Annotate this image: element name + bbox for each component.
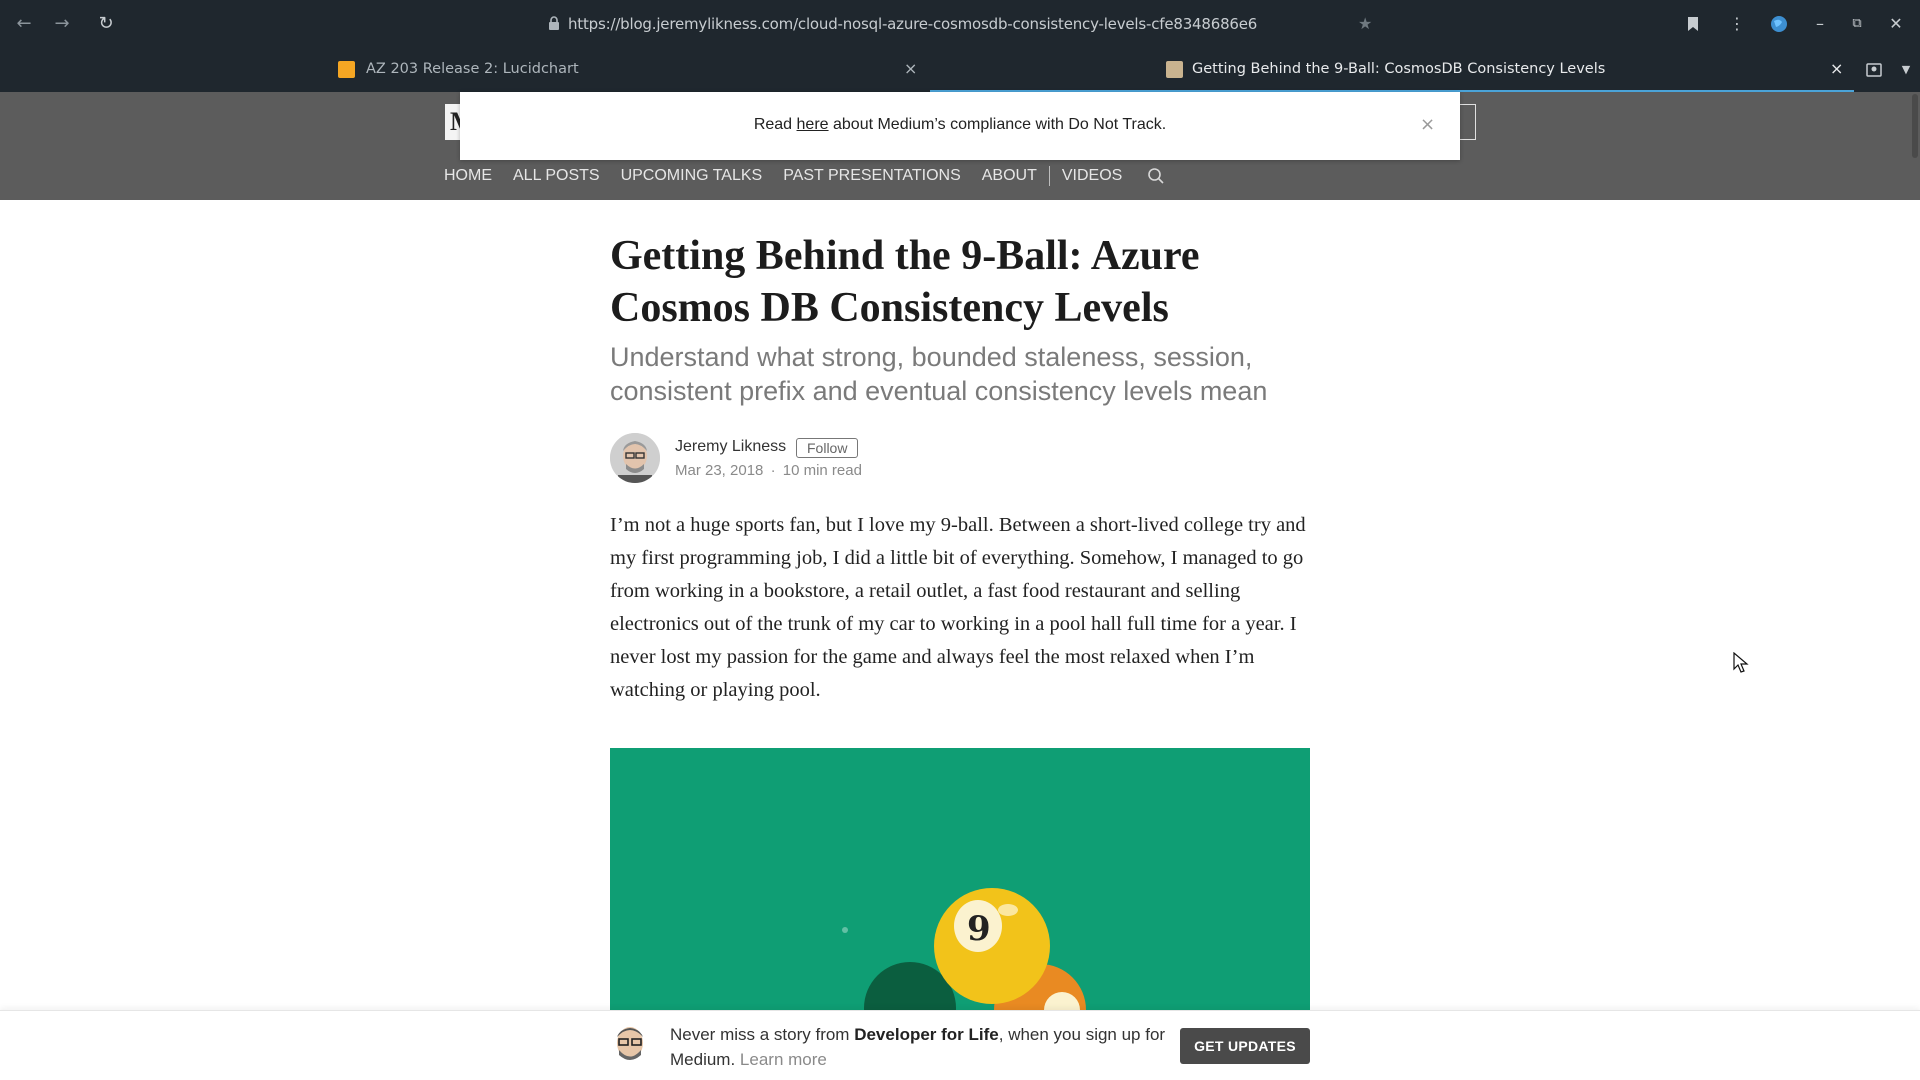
forward-icon[interactable]: →	[50, 12, 74, 36]
lock-icon	[549, 16, 559, 30]
menu-kebab-icon[interactable]: ⋮	[1725, 12, 1749, 36]
notice-suffix: about Medium’s compliance with Do Not Tr…	[828, 116, 1167, 133]
url-text: https://blog.jeremylikness.com/cloud-nos…	[568, 15, 1258, 33]
subscribe-prefix: Never miss a story from	[670, 1025, 855, 1044]
scrollbar-thumb[interactable]	[1912, 94, 1918, 158]
tab-title: AZ 203 Release 2: Lucidchart	[366, 61, 579, 77]
notice-text: Read here about Medium’s compliance with…	[460, 116, 1460, 134]
nav-item-past-presentations[interactable]: PAST PRESENTATIONS	[783, 167, 961, 185]
close-window-icon[interactable]: ✕	[1884, 12, 1908, 36]
minimize-icon[interactable]: –	[1808, 12, 1832, 36]
notice-prefix: Read	[753, 116, 797, 133]
notice-here-link[interactable]: here	[797, 116, 829, 133]
publication-name[interactable]: Developer for Life	[854, 1025, 999, 1044]
tab-strip: AZ 203 Release 2: Lucidchart × Getting B…	[0, 48, 1920, 92]
read-time: 10 min read	[782, 462, 862, 479]
reload-icon[interactable]: ↻	[94, 12, 118, 36]
browser-toolbar: ← → ↻ https://blog.jeremylikness.com/clo…	[0, 0, 1920, 48]
learn-more-link[interactable]: Learn more	[740, 1050, 827, 1069]
nav-item-upcoming-talks[interactable]: UPCOMING TALKS	[621, 167, 763, 185]
tab-close-icon[interactable]: ×	[1830, 59, 1843, 78]
do-not-track-notice: Read here about Medium’s compliance with…	[460, 92, 1460, 160]
post-title: Getting Behind the 9-Ball: Azure Cosmos …	[610, 233, 1200, 331]
pool-balls-image: 9	[610, 748, 1310, 1010]
tab-lucidchart[interactable]: AZ 203 Release 2: Lucidchart ×	[330, 48, 930, 92]
publication-avatar	[617, 1027, 643, 1060]
mouse-cursor-icon	[1733, 652, 1749, 673]
profile-icon[interactable]	[1862, 58, 1886, 82]
tab-list-dropdown-icon[interactable]: ▼	[1894, 58, 1918, 82]
post-meta: Mar 23, 2018 · 10 min read	[675, 462, 862, 479]
restore-icon[interactable]: ⧉	[1845, 12, 1869, 36]
article-favicon-icon	[1166, 61, 1183, 78]
bookmark-star-icon[interactable]: ★	[1358, 14, 1372, 33]
extension-globe-icon[interactable]	[1767, 12, 1791, 36]
site-nav: HOME ALL POSTS UPCOMING TALKS PAST PRESE…	[444, 164, 1165, 188]
nav-item-home[interactable]: HOME	[444, 167, 492, 185]
post-date: Mar 23, 2018	[675, 462, 764, 479]
back-icon[interactable]: ←	[12, 12, 36, 36]
meta-separator: ·	[770, 462, 776, 479]
nav-item-videos[interactable]: VIDEOS	[1062, 167, 1122, 185]
svg-text:9: 9	[967, 909, 991, 949]
nav-item-all-posts[interactable]: ALL POSTS	[513, 167, 600, 185]
lucidchart-favicon-icon	[338, 61, 355, 78]
post-paragraph: I’m not a huge sports fan, but I love my…	[610, 514, 1306, 701]
tab-close-icon[interactable]: ×	[904, 59, 917, 78]
get-updates-button[interactable]: GET UPDATES	[1180, 1028, 1310, 1064]
subscribe-text: Never miss a story from Developer for Li…	[670, 1022, 1190, 1072]
search-icon[interactable]	[1147, 167, 1165, 185]
subscribe-banner: Never miss a story from Developer for Li…	[0, 1010, 1920, 1080]
bookmarks-icon[interactable]	[1681, 12, 1705, 36]
tab-title: Getting Behind the 9-Ball: CosmosDB Cons…	[1192, 61, 1606, 77]
nav-divider	[1048, 166, 1050, 186]
tab-cosmosdb-article[interactable]: Getting Behind the 9-Ball: CosmosDB Cons…	[930, 48, 1854, 92]
nav-item-about[interactable]: ABOUT	[982, 167, 1037, 185]
post-subtitle: Understand what strong, bounded stalenes…	[610, 342, 1268, 406]
author-avatar[interactable]	[610, 433, 660, 483]
close-icon[interactable]: ×	[1420, 114, 1435, 135]
address-bar[interactable]: https://blog.jeremylikness.com/cloud-nos…	[536, 10, 1382, 38]
author-name[interactable]: Jeremy Likness	[675, 438, 786, 456]
follow-button[interactable]: Follow	[796, 438, 859, 458]
